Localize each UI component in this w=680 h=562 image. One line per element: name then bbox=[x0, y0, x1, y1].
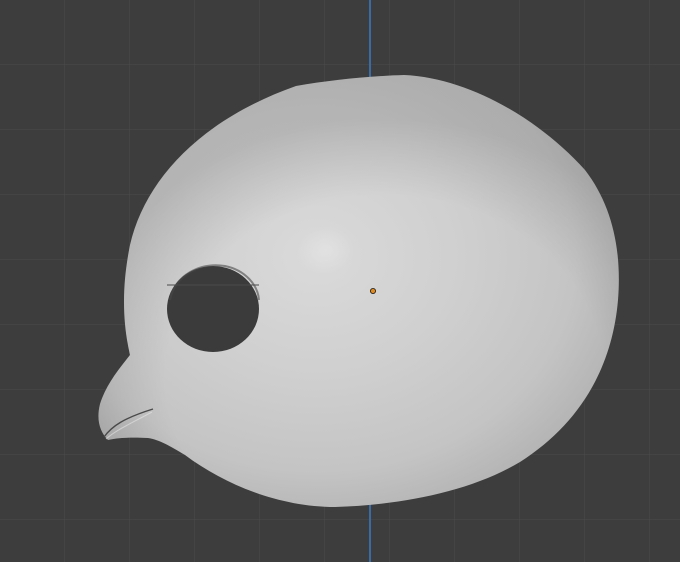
object-origin-point[interactable] bbox=[369, 287, 376, 294]
3d-viewport[interactable] bbox=[0, 0, 680, 562]
mesh-object-bird-head[interactable] bbox=[0, 0, 680, 562]
specular-highlight bbox=[260, 195, 400, 315]
